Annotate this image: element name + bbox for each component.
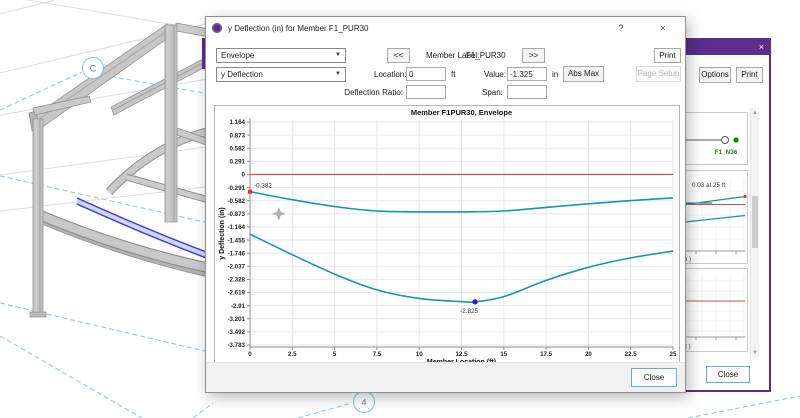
y-tick-label: -3.201 <box>227 316 245 323</box>
scroll-down-icon[interactable]: ▼ <box>751 349 759 357</box>
dialog-footer: Close <box>206 362 685 392</box>
steel-frame <box>29 23 209 317</box>
grid-bubble-4: 4 <box>354 392 375 413</box>
y-tick-label: 0.873 <box>230 132 246 139</box>
options-button[interactable]: Options <box>699 67 731 83</box>
y-tick-label: 0 <box>242 172 246 179</box>
value-unit: in <box>552 70 558 79</box>
j-end-node-icon <box>733 137 738 142</box>
x-tick-label: 25 <box>670 351 677 358</box>
location-unit: ft <box>451 70 455 79</box>
print-button[interactable]: Print <box>654 48 681 63</box>
x-tick-label: 12.5 <box>455 351 468 358</box>
plot-type-value: y Deflection <box>221 70 263 79</box>
value-input[interactable] <box>507 67 547 81</box>
y-tick-label: -1.455 <box>227 237 245 244</box>
y-tick-label: -2.619 <box>227 290 245 297</box>
y-axis-title: y Deflection (in) <box>219 207 226 260</box>
dialog-title: y Deflection (in) for Member F1_PUR30 <box>228 24 369 33</box>
abs-max-button[interactable]: Abs Max <box>563 66 604 82</box>
grid-bubble-c-label: C <box>90 64 97 74</box>
close-button[interactable]: Close <box>631 368 677 387</box>
x-tick-label: 7.5 <box>373 351 382 358</box>
y-tick-label: -1.164 <box>227 224 245 231</box>
location-input[interactable] <box>406 67 446 81</box>
close-button-bg[interactable]: Close <box>706 366 750 383</box>
scroll-up-icon[interactable]: ▲ <box>751 109 759 117</box>
close-icon[interactable]: × <box>759 41 764 54</box>
deflection-dialog: y Deflection (in) for Member F1_PUR30 ? … <box>205 16 686 393</box>
span-input[interactable] <box>507 85 547 99</box>
chart-title: Member F1PUR30, Envelope <box>411 108 512 117</box>
application-root: C 4 × Options Print F1_N36 <box>0 0 800 418</box>
annotation-label: -2.825 <box>460 308 478 315</box>
y-tick-label: -0.873 <box>227 211 245 218</box>
result-set-value: Envelope <box>221 51 254 60</box>
scrollbar-thumb[interactable] <box>752 196 758 248</box>
dialog-titlebar[interactable]: y Deflection (in) for Member F1_PUR30 ? … <box>206 17 685 39</box>
member-label-value: F1_PUR30 <box>466 51 506 60</box>
y-tick-label: -2.328 <box>227 277 245 284</box>
y-tick-label: -0.582 <box>227 198 245 205</box>
x-tick-label: 10 <box>416 351 423 358</box>
y-tick-label: -1.746 <box>227 250 245 257</box>
deflection-chart-panel[interactable]: 1.164 0.873 0.582 0.291 0 -0.291 -0.582 -0.873 -… <box>214 105 680 365</box>
x-tick-label: 17.5 <box>540 351 553 358</box>
deflection-chart: 1.164 0.873 0.582 0.291 0 -0.291 -0.582 -0.873 -… <box>215 106 679 364</box>
grid-bubble-4-label: 4 <box>361 398 366 408</box>
help-button[interactable]: ? <box>609 17 633 39</box>
annotation-marker <box>248 190 252 194</box>
x-tick-label: 0 <box>248 351 252 358</box>
chevron-down-icon: ▼ <box>335 52 341 58</box>
result-set-combo[interactable]: Envelope ▼ <box>216 48 346 63</box>
y-tick-label: -3.783 <box>227 342 245 349</box>
grid-bubble-c: C <box>83 58 104 79</box>
x-tick-label: 22.5 <box>625 351 638 358</box>
cursor-star-icon <box>273 208 285 220</box>
close-icon[interactable]: × <box>651 17 675 39</box>
page-setup-button[interactable]: Page Setup <box>636 66 681 82</box>
peak-annotation: 0.03 at 25 ft <box>692 182 726 189</box>
plot-type-combo[interactable]: y Deflection ▼ <box>216 67 346 82</box>
x-tick-label: 20 <box>585 351 592 358</box>
y-tick-label: 0.582 <box>230 145 246 152</box>
x-tick-label: 2.5 <box>288 351 297 358</box>
annotation-label: -0.382 <box>254 183 272 190</box>
print-button-bg[interactable]: Print <box>736 67 763 83</box>
span-caption: Span: <box>482 88 503 97</box>
deflection-ratio-caption: Deflection Ratio: <box>329 88 403 97</box>
node-label: F1_N36 <box>715 149 738 156</box>
y-tick-label: -2.037 <box>227 263 245 270</box>
next-member-button[interactable]: >> <box>522 48 545 63</box>
value-caption: Value: <box>484 70 506 79</box>
plot-icon <box>212 23 222 33</box>
x-tick-label: 15 <box>500 351 507 358</box>
chevron-down-icon: ▼ <box>335 71 341 77</box>
mini-peak-marker <box>743 195 746 198</box>
y-tick-label: 1.164 <box>230 119 246 126</box>
location-caption: Location: <box>374 70 406 79</box>
x-tick-label: 5 <box>333 351 337 358</box>
deflection-ratio-input[interactable] <box>406 85 446 99</box>
y-tick-label: -2.91 <box>231 303 246 310</box>
annotation-marker <box>472 299 477 304</box>
y-tick-label: -3.492 <box>227 329 245 336</box>
prev-member-button[interactable]: << <box>387 48 410 63</box>
i-end-node-icon <box>722 137 729 144</box>
y-tick-label: -0.291 <box>227 185 245 192</box>
plot-options-scrollbar[interactable]: ▲ ▼ <box>750 108 759 358</box>
y-tick-label: 0.291 <box>230 159 246 166</box>
